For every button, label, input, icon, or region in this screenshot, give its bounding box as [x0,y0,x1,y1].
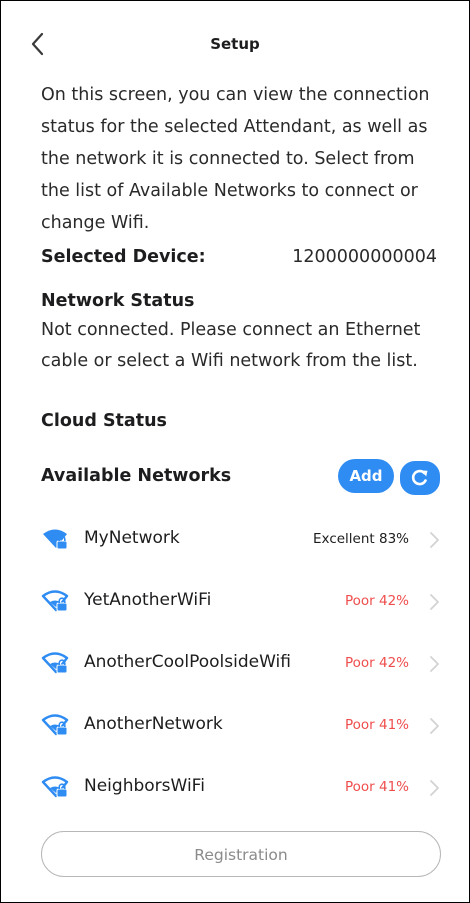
network-strength: Poor 42% [344,593,409,609]
network-row[interactable]: AnotherCoolPoolsideWifi Poor 42% [1,635,469,695]
network-row[interactable]: AnotherNetwork Poor 41% [1,697,469,757]
refresh-button[interactable] [398,459,442,497]
network-strength: Poor 42% [344,655,409,671]
add-network-button[interactable]: Add [338,459,394,493]
network-name: NeighborsWiFi [84,776,205,796]
wifi-locked-weak-icon [41,714,69,736]
network-status-title: Network Status [41,291,195,311]
intro-text: On this screen, you can view the connect… [41,85,430,233]
refresh-icon [411,469,428,486]
chevron-right-icon [430,594,439,610]
network-name: MyNetwork [84,528,180,548]
network-strength: Poor 41% [344,717,409,733]
network-name: YetAnotherWiFi [84,590,212,610]
chevron-right-icon [430,718,439,734]
selected-device-label: Selected Device: [41,247,206,267]
selected-device-row: Selected Device: 1200000000004 [41,247,437,277]
chevron-right-icon [430,656,439,672]
chevron-right-icon [430,780,439,796]
available-networks-title: Available Networks [41,466,232,486]
header: Setup [1,19,469,69]
chevron-right-icon [430,532,439,548]
selected-device-value: 1200000000004 [292,247,437,267]
wifi-locked-weak-icon [41,652,69,674]
wifi-locked-weak-icon [41,776,69,798]
network-name: AnotherNetwork [84,714,223,734]
wifi-locked-strong-icon [43,529,68,550]
network-strength: Poor 41% [344,779,409,795]
screen: Setup On this screen, you can view the c… [0,0,470,903]
registration-button[interactable]: Registration [41,831,441,877]
network-strength: Excellent 83% [313,531,409,547]
network-status-message: Not connected. Please connect an Etherne… [41,320,421,371]
network-row[interactable]: YetAnotherWiFi Poor 42% [1,573,469,633]
cloud-status-title: Cloud Status [41,411,167,431]
network-row[interactable]: MyNetwork Excellent 83% [1,511,469,571]
network-row[interactable]: NeighborsWiFi Poor 41% [1,759,469,819]
wifi-locked-weak-icon [41,590,69,612]
page-title: Setup [210,35,260,53]
network-name: AnotherCoolPoolsideWifi [84,652,291,672]
